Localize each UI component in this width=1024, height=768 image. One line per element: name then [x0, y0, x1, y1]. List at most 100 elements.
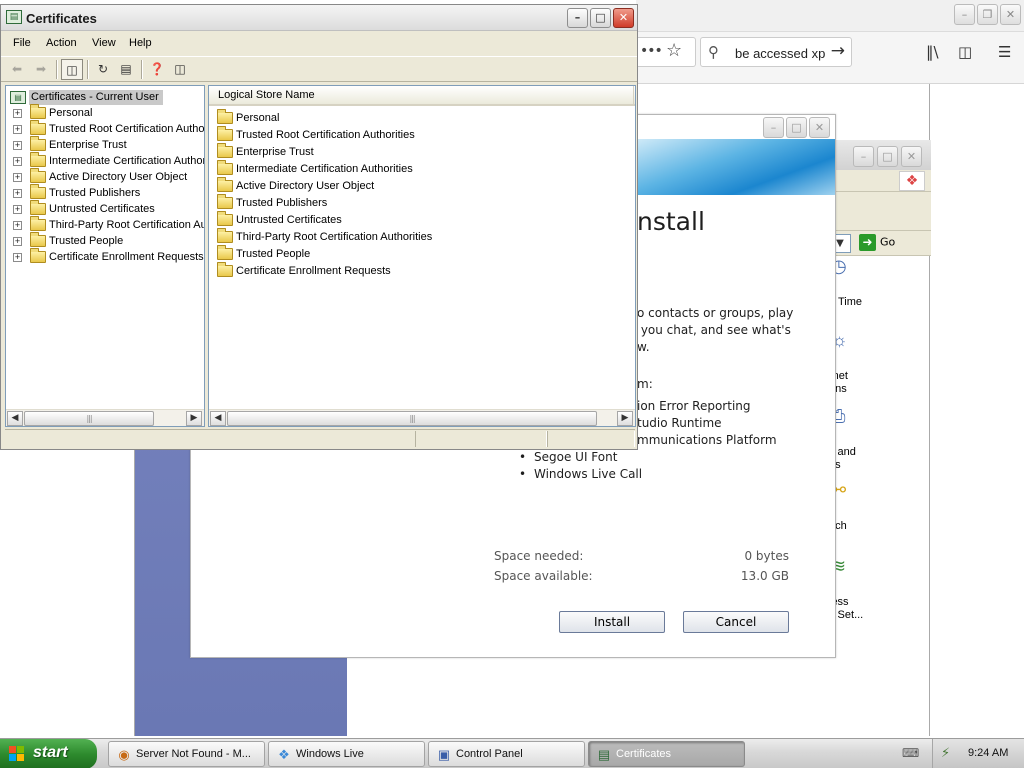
export-list-icon[interactable]: ▤ [115, 59, 137, 80]
close-button[interactable]: ✕ [1000, 4, 1021, 25]
cp-item-label: rnet ons [829, 370, 848, 395]
tree-item-label: Personal [49, 107, 93, 119]
scroll-left-icon[interactable]: ◀ [210, 411, 226, 426]
windows-logo-icon: ❖ [899, 171, 925, 191]
maximize-button[interactable]: □ [590, 8, 611, 28]
component-item: ion Error Reporting [637, 399, 751, 413]
back-arrow-icon[interactable]: ⬅ [6, 59, 28, 80]
scroll-thumb[interactable]: ||| [227, 411, 597, 426]
expand-icon[interactable]: + [13, 253, 22, 262]
minimize-button[interactable]: – [567, 8, 588, 28]
expand-icon[interactable]: + [13, 189, 22, 198]
expand-icon[interactable]: + [13, 109, 22, 118]
go-button[interactable]: ➜ Go [859, 234, 895, 251]
expand-icon[interactable]: + [13, 157, 22, 166]
firefox-toolbar: ••• ☆ ⚲ be accessed xp → ‖\ ◫ ☰ [636, 36, 1024, 72]
scroll-thumb[interactable]: ||| [24, 411, 154, 426]
folder-icon [30, 120, 46, 135]
close-button[interactable]: ✕ [901, 146, 922, 167]
installer-banner [637, 139, 835, 195]
minimize-button[interactable]: – [763, 117, 784, 138]
control-panel-titlebar: – □ ✕ [829, 140, 931, 170]
windows-live-icon: ❖ [278, 747, 290, 762]
list-item-label: Enterprise Trust [236, 146, 314, 158]
status-segment [547, 431, 635, 447]
close-button[interactable]: ✕ [809, 117, 830, 138]
folder-icon [217, 262, 233, 277]
menu-bar: File Action View Help [1, 33, 637, 55]
expand-icon[interactable]: + [13, 221, 22, 230]
control-panel-icon: ▣ [437, 747, 451, 762]
tree-root-label: Certificates - Current User [29, 90, 163, 105]
list-item-label: Certificate Enrollment Requests [236, 265, 391, 277]
scroll-right-icon[interactable]: ▶ [186, 411, 202, 426]
taskbar: start ◉ Server Not Found - M... ❖ Window… [0, 738, 1024, 768]
show-action-pane-icon[interactable]: ◫ [169, 59, 191, 80]
minimize-button[interactable]: – [853, 146, 874, 167]
start-button[interactable]: start [0, 739, 97, 768]
keyboard-icon[interactable]: ⌨ [902, 745, 919, 761]
menu-icon[interactable]: ☰ [998, 43, 1011, 61]
taskbar-button-firefox[interactable]: ◉ Server Not Found - M... [108, 741, 265, 767]
maximize-button[interactable]: □ [877, 146, 898, 167]
tree-item-label: Trusted Publishers [49, 187, 141, 199]
certificates-titlebar[interactable]: ▤ Certificates – □ ✕ [1, 5, 637, 31]
menu-file[interactable]: File [13, 37, 31, 49]
maximize-button[interactable]: □ [786, 117, 807, 138]
scroll-left-icon[interactable]: ◀ [7, 411, 23, 426]
cp-item-label: d Time [829, 296, 863, 308]
cancel-button[interactable]: Cancel [683, 611, 789, 633]
menu-action[interactable]: Action [46, 37, 77, 49]
column-header-logical-store-name[interactable]: Logical Store Name [209, 86, 634, 106]
firefox-icon: ◉ [118, 747, 130, 762]
tree-item[interactable]: + Certificate Enrollment Requests [6, 248, 204, 266]
show-hide-tree-icon[interactable]: ◫ [61, 59, 83, 80]
task-label: Certificates [616, 748, 672, 760]
folder-icon [217, 245, 233, 260]
status-bar [5, 429, 635, 447]
clock[interactable]: 9:24 AM [968, 747, 1008, 759]
menu-view[interactable]: View [92, 37, 116, 49]
restore-button[interactable]: ❐ [977, 4, 998, 25]
expand-icon[interactable]: + [13, 173, 22, 182]
search-go-arrow-icon[interactable]: → [831, 41, 845, 61]
menu-help[interactable]: Help [129, 37, 152, 49]
forward-arrow-icon[interactable]: ➡ [30, 59, 52, 80]
taskbar-button-certificates[interactable]: ▤ Certificates [588, 741, 745, 767]
url-bar[interactable]: ••• ☆ [636, 37, 696, 67]
minimize-button[interactable]: – [954, 4, 975, 25]
folder-icon [30, 232, 46, 247]
expand-icon[interactable]: + [13, 141, 22, 150]
certificates-icon: ▤ [597, 747, 611, 762]
tree-item-label: Enterprise Trust [49, 139, 127, 151]
space-available-value: 13.0 GB [740, 569, 789, 583]
space-available-label: Space available: [494, 569, 593, 583]
sidebar-icon[interactable]: ◫ [958, 43, 972, 61]
page-actions-icon[interactable]: ••• [640, 43, 663, 59]
search-input[interactable]: be accessed xp [735, 46, 825, 61]
list-item-label: Intermediate Certification Authorities [236, 163, 413, 175]
expand-icon[interactable]: + [13, 205, 22, 214]
search-box[interactable]: ⚲ be accessed xp → [700, 37, 852, 67]
control-panel-menubar: ❖ [829, 170, 931, 192]
taskbar-button-windows-live[interactable]: ❖ Windows Live [268, 741, 425, 767]
refresh-icon[interactable]: ↻ [92, 59, 114, 80]
toolbar-separator [56, 60, 58, 79]
tree-item-label: Third-Party Root Certification Autho [49, 219, 205, 231]
scroll-right-icon[interactable]: ▶ [617, 411, 633, 426]
tree-item-label: Trusted Root Certification Authoritie [49, 123, 205, 135]
expand-icon[interactable]: + [13, 237, 22, 246]
close-button[interactable]: ✕ [613, 8, 634, 28]
go-arrow-icon: ➜ [859, 234, 876, 251]
library-icon[interactable]: ‖\ [926, 43, 939, 61]
list-horizontal-scrollbar[interactable]: ◀ ||| ▶ [209, 409, 635, 426]
folder-icon [30, 152, 46, 167]
help-icon[interactable]: ❓ [146, 59, 168, 80]
taskbar-button-control-panel[interactable]: ▣ Control Panel [428, 741, 585, 767]
install-button[interactable]: Install [559, 611, 665, 633]
expand-icon[interactable]: + [13, 125, 22, 134]
network-icon[interactable]: ⚡ [941, 746, 950, 761]
task-label: Server Not Found - M... [136, 748, 251, 760]
tree-horizontal-scrollbar[interactable]: ◀ ||| ▶ [6, 409, 204, 426]
bookmark-star-icon[interactable]: ☆ [666, 40, 682, 61]
